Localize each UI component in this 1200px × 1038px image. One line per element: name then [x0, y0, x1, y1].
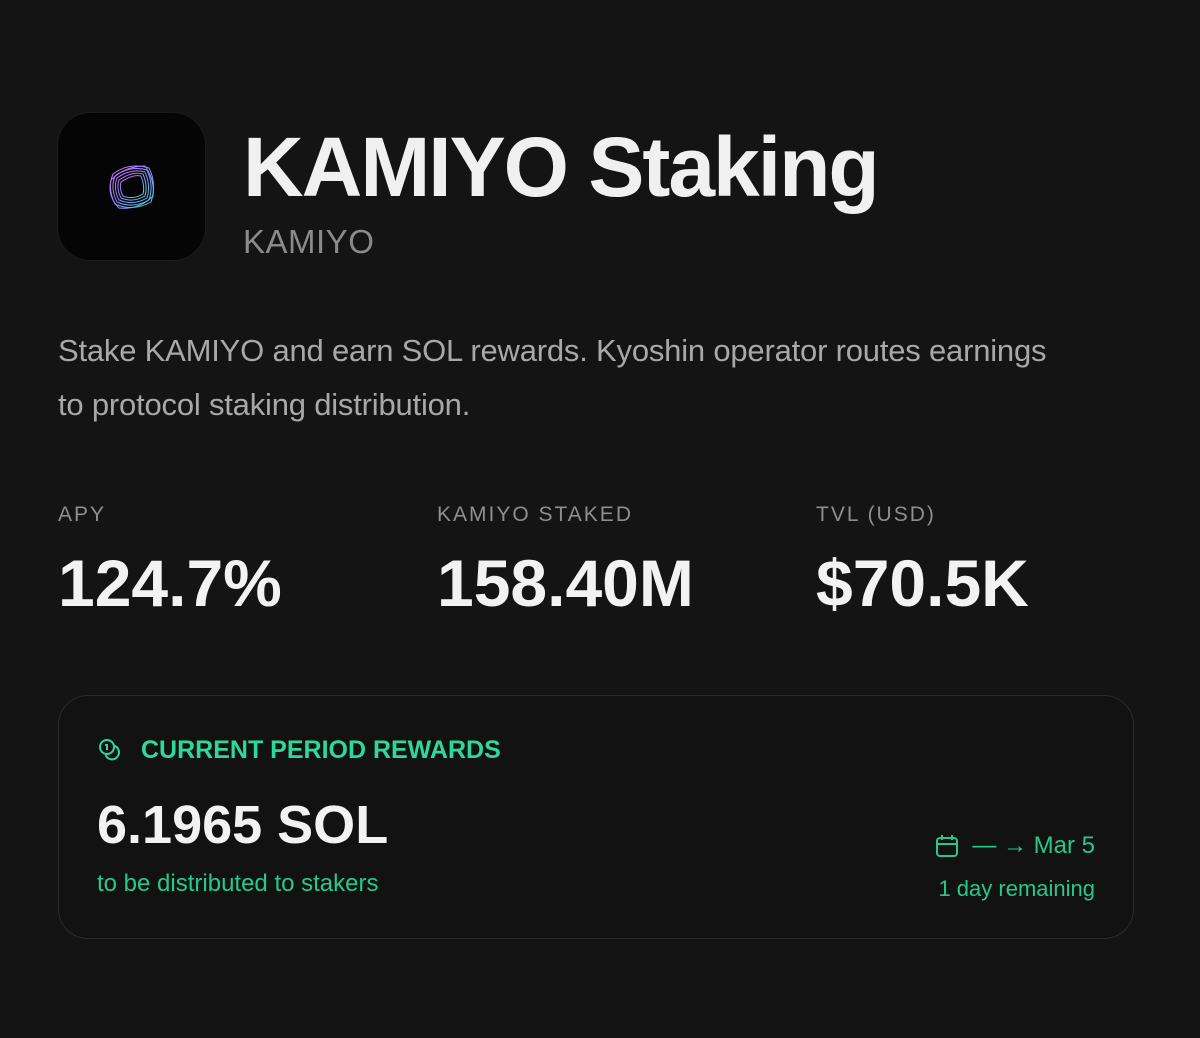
staking-description: Stake KAMIYO and earn SOL rewards. Kyosh…	[58, 333, 1047, 422]
reward-caption: to be distributed to stakers	[97, 870, 379, 897]
stat-value: 158.40M	[437, 546, 694, 620]
stat-value: 124.7%	[58, 546, 282, 620]
stat-label: TVL (USD)	[816, 503, 936, 526]
stat-value: $70.5K	[816, 546, 1029, 620]
stat-label: KAMIYO STAKED	[437, 503, 633, 526]
stat-label: APY	[58, 503, 107, 526]
rewards-heading: CURRENT PERIOD REWARDS	[141, 736, 501, 764]
page-header: KAMIYO Staking KAMIYO	[58, 113, 880, 261]
current-period-rewards-card: CURRENT PERIOD REWARDS 6.1965 SOL to be …	[58, 695, 1134, 939]
calendar-icon	[934, 833, 960, 859]
page-title: KAMIYO Staking	[243, 120, 880, 214]
time-remaining: 1 day remaining	[938, 876, 1095, 901]
stat-kamiyo-staked: KAMIYO STAKED 158.40M	[437, 503, 694, 621]
page-subtitle: KAMIYO	[243, 223, 375, 260]
stat-apy: APY 124.7%	[58, 503, 282, 621]
period-range: — → Mar 5	[972, 832, 1095, 859]
kamiyo-logo-icon	[58, 113, 205, 260]
reward-period: — → Mar 5	[934, 832, 1095, 860]
coins-icon	[97, 737, 125, 765]
stat-tvl: TVL (USD) $70.5K	[816, 503, 1029, 621]
reward-amount: 6.1965 SOL	[97, 795, 389, 855]
